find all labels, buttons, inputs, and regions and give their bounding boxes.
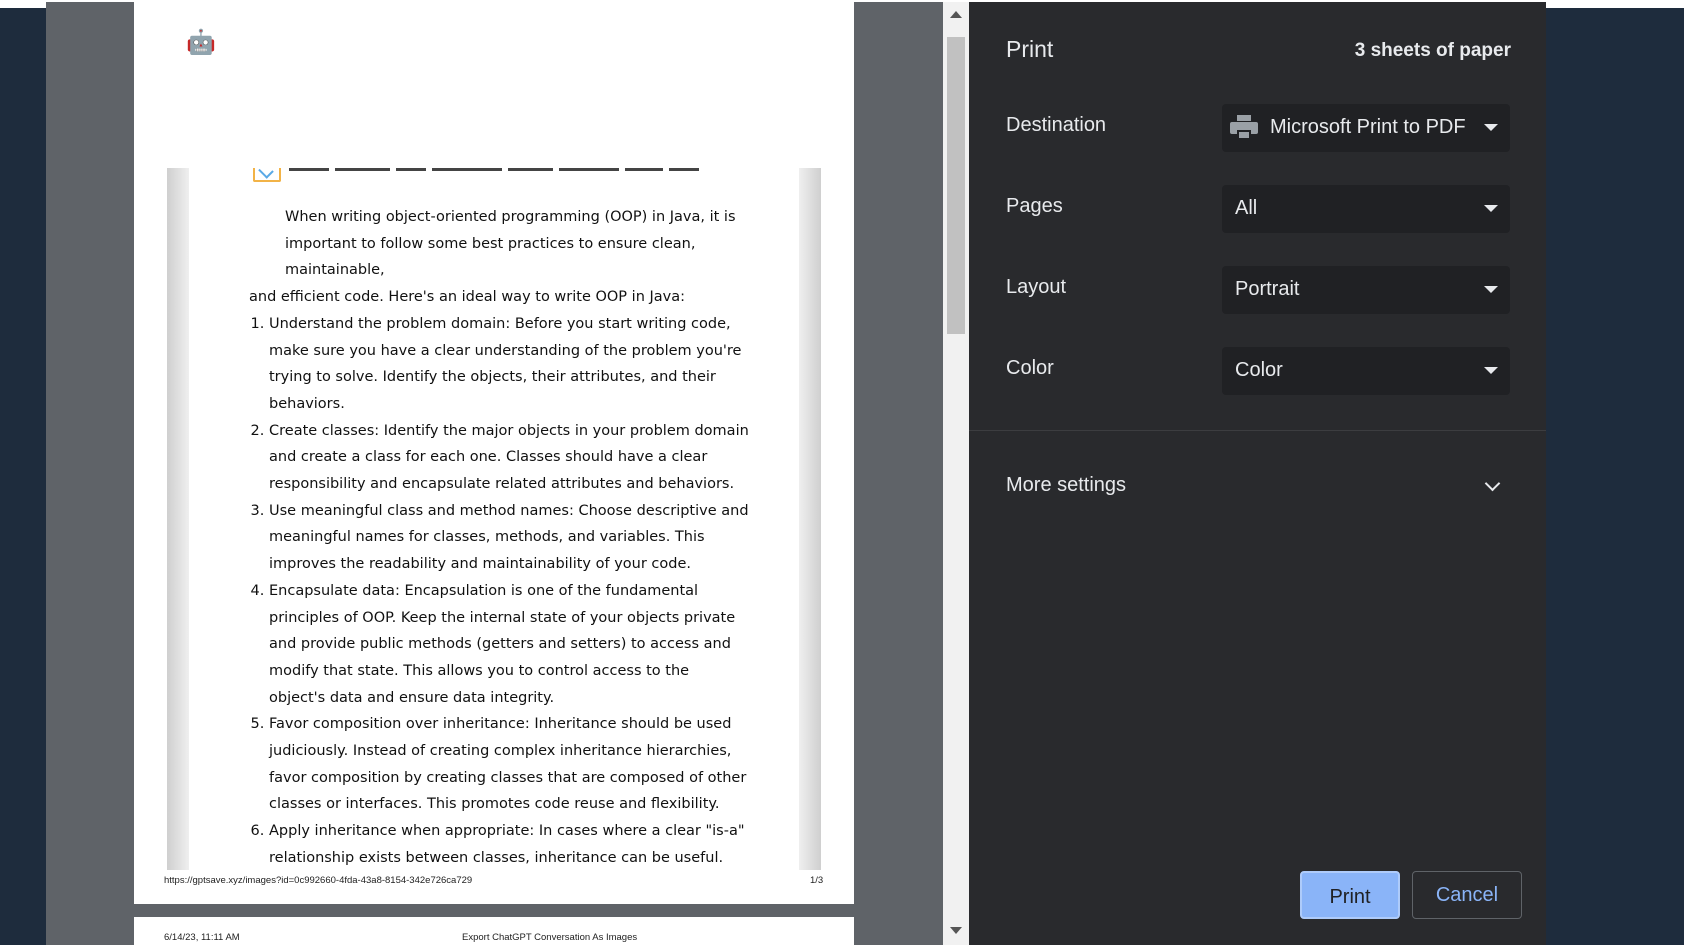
preview-scrollbar[interactable] bbox=[943, 2, 969, 945]
page-header-date: 6/14/23, 11:11 AM bbox=[164, 932, 240, 943]
print-button[interactable]: Print bbox=[1300, 871, 1400, 919]
list-item: Use meaningful class and method names: C… bbox=[269, 498, 749, 578]
sheet-count: 3 sheets of paper bbox=[1354, 40, 1511, 61]
dropdown-arrow-icon bbox=[1484, 286, 1498, 293]
print-settings-panel: Print 3 sheets of paper Destination Micr… bbox=[969, 2, 1546, 945]
layout-value: Portrait bbox=[1235, 278, 1300, 300]
color-label: Color bbox=[1006, 357, 1054, 379]
intro-paragraph: When writing object-oriented programming… bbox=[285, 209, 736, 279]
color-select[interactable]: Color bbox=[1222, 347, 1510, 395]
dropdown-arrow-icon bbox=[1484, 124, 1498, 131]
scroll-down-arrow-icon[interactable] bbox=[950, 927, 962, 934]
scroll-up-arrow-icon[interactable] bbox=[950, 11, 962, 18]
list-item: Apply inheritance when appropriate: In c… bbox=[269, 818, 749, 870]
preview-page-2: 6/14/23, 11:11 AM Export ChatGPT Convers… bbox=[134, 917, 854, 945]
layout-label: Layout bbox=[1006, 276, 1067, 298]
captured-conversation-image: When writing object-oriented programming… bbox=[167, 168, 821, 870]
print-dialog: 🤖 When writing object-oriented programmi… bbox=[46, 2, 1546, 945]
destination-label: Destination bbox=[1006, 114, 1107, 136]
pages-select[interactable]: All bbox=[1222, 185, 1510, 233]
page-header-title: Export ChatGPT Conversation As Images bbox=[462, 932, 638, 943]
destination-select[interactable]: Microsoft Print to PDF bbox=[1222, 104, 1510, 152]
cancel-button[interactable]: Cancel bbox=[1412, 871, 1522, 919]
pages-label: Pages bbox=[1006, 195, 1063, 217]
section-divider bbox=[969, 430, 1546, 431]
list-item: Encapsulate data: Encapsulation is one o… bbox=[269, 578, 749, 712]
dialog-title: Print bbox=[1006, 36, 1054, 62]
answer-text: When writing object-oriented programming… bbox=[249, 204, 749, 870]
chevron-down-icon[interactable] bbox=[1484, 475, 1501, 492]
more-settings-toggle[interactable]: More settings bbox=[1006, 474, 1126, 497]
layout-select[interactable]: Portrait bbox=[1222, 266, 1510, 314]
best-practices-list: Understand the problem domain: Before yo… bbox=[249, 311, 749, 870]
color-value: Color bbox=[1235, 359, 1283, 381]
destination-value: Microsoft Print to PDF bbox=[1270, 116, 1466, 138]
list-item: Favor composition over inheritance: Inhe… bbox=[269, 711, 749, 818]
robot-icon: 🤖 bbox=[186, 29, 216, 56]
printer-icon bbox=[1230, 115, 1258, 141]
image-shadow-right bbox=[799, 168, 821, 870]
list-item: Create classes: Identify the major objec… bbox=[269, 418, 749, 498]
dropdown-arrow-icon bbox=[1484, 367, 1498, 374]
intro-paragraph-end: and efficient code. Here's an ideal way … bbox=[249, 289, 686, 306]
pages-value: All bbox=[1235, 197, 1258, 219]
cut-off-text-line bbox=[289, 168, 809, 174]
print-preview[interactable]: 🤖 When writing object-oriented programmi… bbox=[46, 2, 969, 945]
page-footer-number: 1/3 bbox=[810, 875, 824, 886]
list-item: Understand the problem domain: Before yo… bbox=[269, 311, 749, 418]
scrollbar-thumb[interactable] bbox=[947, 37, 965, 334]
chatgpt-avatar-icon bbox=[253, 168, 281, 182]
preview-page-1: 🤖 When writing object-oriented programmi… bbox=[134, 2, 854, 904]
dropdown-arrow-icon bbox=[1484, 205, 1498, 212]
image-shadow-left bbox=[167, 168, 189, 870]
page-footer-url: https://gptsave.xyz/images?id=0c992660-4… bbox=[164, 875, 473, 886]
